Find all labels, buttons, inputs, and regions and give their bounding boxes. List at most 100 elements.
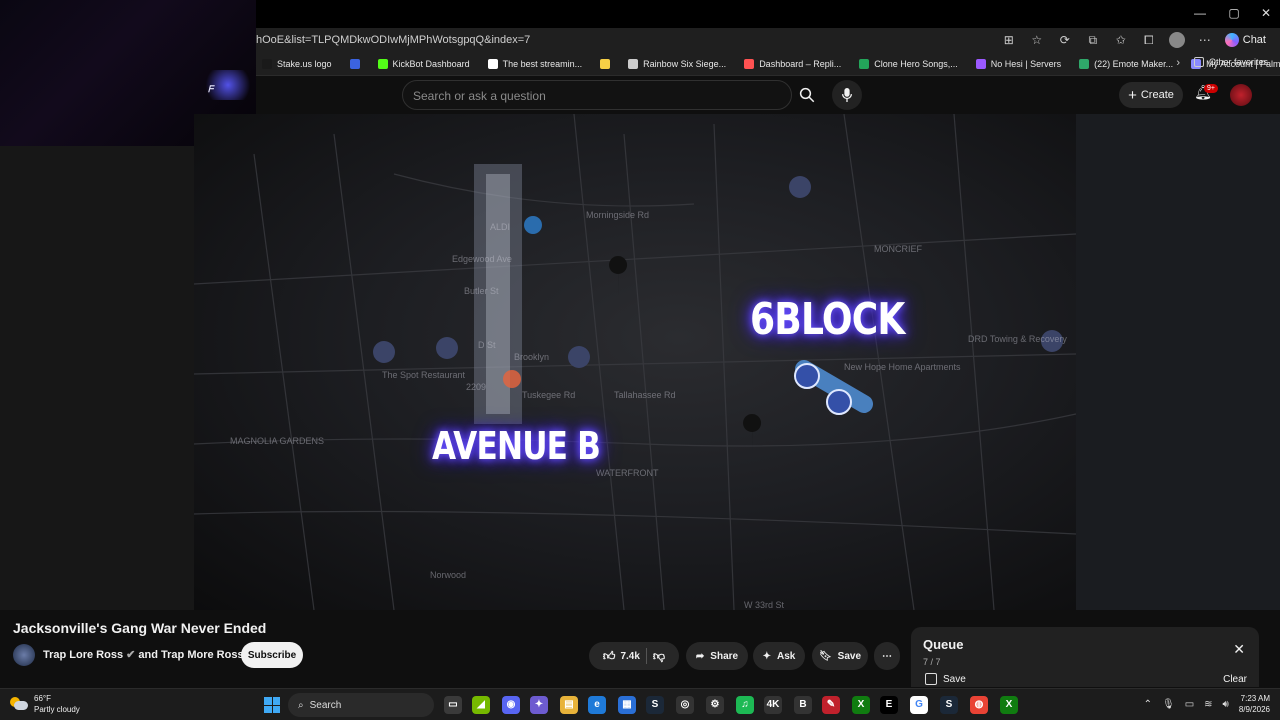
settings-gear-icon[interactable]: ⚙ — [706, 696, 724, 714]
copilot-chat-button[interactable]: Chat — [1224, 33, 1266, 47]
weather-condition: Partly cloudy — [34, 705, 80, 714]
edge-icon[interactable]: e — [588, 696, 606, 714]
bookmark-item[interactable]: Stake.us logo — [262, 58, 332, 69]
subscribe-button[interactable]: Subscribe — [241, 642, 303, 668]
bookmark-item[interactable]: Clone Hero Songs,... — [859, 58, 958, 69]
map-label-new-hope: New Hope Home Apartments — [844, 362, 961, 372]
address-bar: hOoE&list=TLPQMDkwODIwMjMPhWotsgpqQ&inde… — [256, 28, 1280, 52]
bookmark-item[interactable] — [349, 58, 360, 69]
display-icon[interactable]: ▭ — [1185, 699, 1194, 710]
system-tray: ⌃ 🎙︎ ▭ ≋ 🔊︎ 7:23 AM 8/9/2026 — [1144, 693, 1270, 715]
extensions-icon[interactable]: ⟳ — [1057, 32, 1073, 48]
other-favorites-label: Other favorites — [1208, 57, 1268, 67]
channel-secondary[interactable]: and Trap More Ross — [138, 649, 243, 661]
ask-button[interactable]: ✦ Ask — [753, 642, 805, 670]
bookmark-item[interactable]: Rainbow Six Siege... — [628, 58, 727, 69]
close-window-icon[interactable]: ✕ — [1256, 6, 1276, 20]
notification-badge: 9+ — [1204, 84, 1218, 93]
microphone-tray-icon[interactable]: 🎙︎ — [1162, 699, 1175, 710]
xbox-app-icon[interactable]: X — [1000, 696, 1018, 714]
bookmark-label: Rainbow Six Siege... — [643, 58, 727, 69]
b-app-icon[interactable]: B — [794, 696, 812, 714]
close-icon[interactable]: ✕ — [1233, 641, 1245, 658]
map-label-spot-restaurant: The Spot Restaurant — [382, 370, 466, 380]
wifi-icon[interactable]: ≋ — [1204, 699, 1212, 710]
channel-name[interactable]: Trap Lore Ross ✔︎ and Trap More Ross — [43, 648, 244, 661]
tray-overflow-icon[interactable]: ⌃ — [1144, 699, 1152, 710]
copilot-app-icon[interactable]: ✦ — [530, 696, 548, 714]
clock[interactable]: 7:23 AM 8/9/2026 — [1239, 693, 1270, 715]
xbox-icon[interactable]: X — [852, 696, 870, 714]
bookmark-item[interactable]: (22) Emote Maker... — [1079, 58, 1173, 69]
create-button[interactable]: + Create — [1119, 82, 1183, 108]
queue-clear-button[interactable]: Clear — [1223, 674, 1247, 685]
like-button[interactable]: 👍︎ 7.4k — [603, 649, 640, 664]
steam-small-icon[interactable]: S — [940, 696, 958, 714]
url-field[interactable]: hOoE&list=TLPQMDkwODIwMjMPhWotsgpqQ&inde… — [256, 34, 995, 46]
bookmark-item[interactable]: KickBot Dashboard — [377, 58, 470, 69]
google-icon[interactable]: G — [910, 696, 928, 714]
file-explorer-icon[interactable]: ▤ — [560, 696, 578, 714]
channel-primary[interactable]: Trap Lore Ross — [43, 649, 123, 661]
favorite-star-icon[interactable]: ☆ — [1029, 32, 1045, 48]
save-button[interactable]: 🔖︎ Save — [812, 642, 868, 670]
microphone-icon[interactable] — [832, 80, 862, 110]
discord-icon[interactable]: ◉ — [502, 696, 520, 714]
maximize-icon[interactable]: ▢ — [1224, 6, 1244, 20]
spotify-icon[interactable]: ♫ — [736, 696, 754, 714]
split-screen-icon[interactable]: ⊞ — [1001, 32, 1017, 48]
epic-games-icon[interactable]: E — [880, 696, 898, 714]
bookmark-item[interactable]: No Hesi | Servers — [975, 58, 1061, 69]
map-label-moncrief: MONCRIEF — [874, 244, 922, 254]
bookmarks-overflow-icon[interactable]: › — [1176, 57, 1180, 69]
weather-widget[interactable]: 66°F Partly cloudy — [10, 693, 80, 715]
bookmark-favicon-icon — [487, 58, 498, 69]
4k-app-icon[interactable]: 4K — [764, 696, 782, 714]
app-icon[interactable]: ◎ — [676, 696, 694, 714]
bookmark-label: Clone Hero Songs,... — [874, 58, 958, 69]
map-label-tuskegee: Tuskegee Rd — [522, 390, 576, 400]
copilot-icon — [1224, 33, 1239, 47]
map-label-waterfront: WATERFRONT — [596, 468, 659, 478]
volume-icon[interactable]: 🔊︎ — [1223, 699, 1229, 710]
channel-avatar[interactable] — [13, 644, 35, 666]
nvidia-icon[interactable]: ◢ — [472, 696, 490, 714]
queue-save-checkbox[interactable]: Save — [925, 673, 966, 685]
search-input[interactable]: Search or ask a question — [402, 80, 792, 110]
game-app-icon[interactable]: ✎ — [822, 696, 840, 714]
profile-avatar[interactable] — [1168, 32, 1185, 48]
user-avatar[interactable] — [1230, 84, 1252, 106]
windows-start-icon[interactable] — [264, 697, 280, 713]
queue-save-label: Save — [943, 673, 966, 685]
task-view-icon[interactable]: ▭ — [444, 696, 462, 714]
map-overlay-avenue-b: AVENUE B — [432, 424, 601, 468]
checkbox-icon — [925, 673, 937, 685]
overlay-logo: ᖴ — [208, 84, 214, 94]
more-menu-icon[interactable]: ⋯ — [1197, 32, 1213, 48]
favorites-icon[interactable]: ✩ — [1113, 32, 1129, 48]
steam-icon[interactable]: S — [646, 696, 664, 714]
chrome-icon[interactable]: ◍ — [970, 696, 988, 714]
bookmark-item[interactable] — [600, 58, 611, 69]
other-favorites[interactable]: Other favorites — [1193, 57, 1268, 67]
more-actions-button[interactable]: ⋯ — [874, 642, 900, 670]
bookmark-item[interactable]: Dashboard – Repli... — [744, 58, 841, 69]
search-placeholder: Search or ask a question — [413, 89, 546, 103]
bookmark-item[interactable]: The best streamin... — [487, 58, 582, 69]
collections-icon[interactable]: ⧠ — [1141, 32, 1157, 48]
split-icon[interactable]: ⧉ — [1085, 32, 1101, 48]
folder-icon — [1193, 57, 1204, 67]
map-label-drd-towing: DRD Towing & Recovery — [968, 334, 1067, 344]
taskbar-search[interactable]: ⌕ Search — [288, 693, 434, 717]
store-icon[interactable]: ▦ — [618, 696, 636, 714]
video-player[interactable]: ALDI Edgewood Ave Butler St D St Brookly… — [194, 114, 1076, 610]
thumbs-down-icon[interactable]: 👎︎ — [653, 649, 665, 664]
share-button[interactable]: ➦ Share — [686, 642, 748, 670]
search-icon[interactable] — [792, 80, 822, 110]
minimize-icon[interactable]: — — [1190, 6, 1210, 20]
map-label-w-33rd: W 33rd St — [744, 600, 785, 610]
map-label-d-st: D St — [478, 340, 496, 350]
queue-panel: Queue 7 / 7 ✕ Save Clear — [911, 627, 1259, 687]
clock-date: 8/9/2026 — [1238, 705, 1270, 714]
like-dislike-group: 👍︎ 7.4k 👎︎ — [589, 642, 679, 670]
